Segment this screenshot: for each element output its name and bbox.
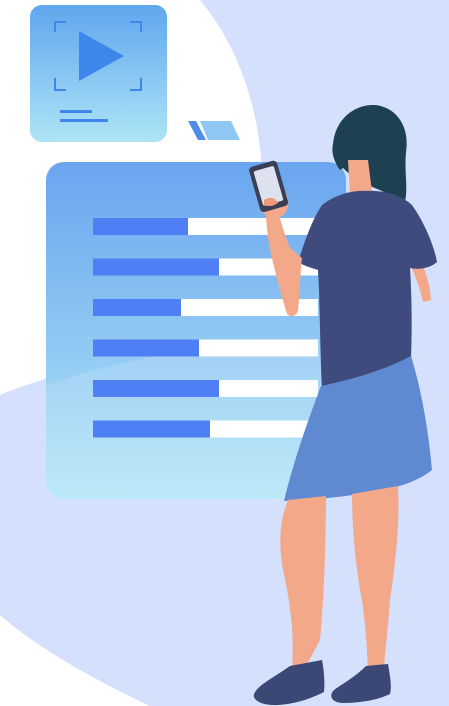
list-bar-fill	[93, 380, 219, 397]
list-bar-fill	[93, 420, 210, 438]
list-bar-fill	[93, 258, 219, 276]
illustration	[0, 0, 449, 706]
list-bar-fill	[93, 299, 181, 316]
list-bar-fill	[93, 339, 199, 357]
caption-line	[60, 119, 108, 122]
illustration-canvas	[0, 0, 449, 706]
tag-icon	[188, 121, 240, 140]
list-bar-fill	[93, 218, 188, 235]
media-card	[30, 5, 167, 142]
neck	[348, 160, 372, 196]
caption-line	[60, 110, 92, 113]
